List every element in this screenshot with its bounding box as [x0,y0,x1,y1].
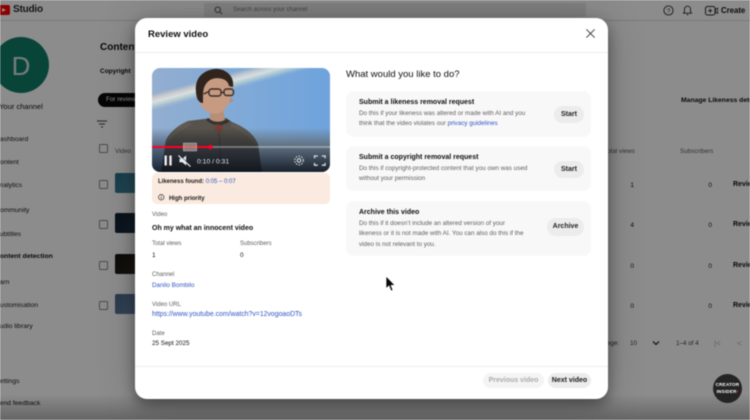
svg-text:0:10 / 0:31: 0:10 / 0:31 [197,158,229,165]
